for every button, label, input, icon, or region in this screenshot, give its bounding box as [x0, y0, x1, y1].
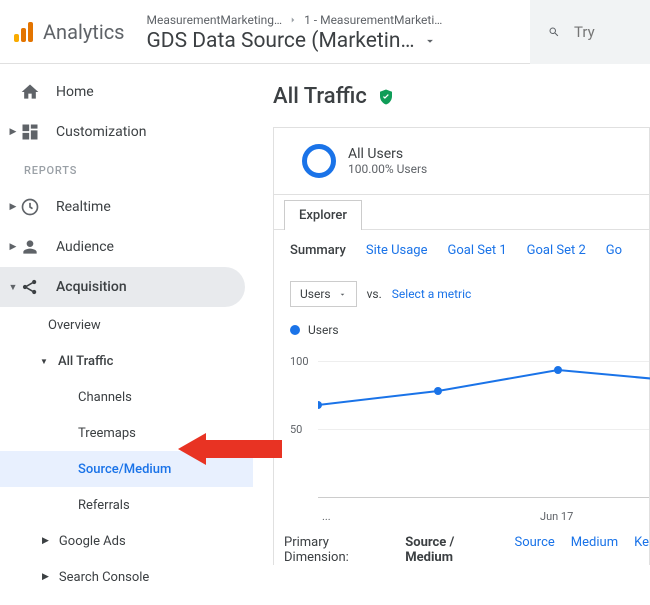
sidebar-item-realtime[interactable]: ▶ Realtime: [0, 187, 245, 227]
x-tick-start: ...: [322, 510, 331, 523]
sidebar: Home ▶ Customization REPORTS ▶ Realtime …: [0, 64, 253, 605]
caret-down-icon: ▼: [8, 282, 18, 293]
dim-label: Primary Dimension:: [284, 535, 389, 565]
home-icon: [18, 82, 42, 102]
sidebar-sub-search-console[interactable]: ▶Search Console: [0, 559, 253, 595]
dim-medium[interactable]: Medium: [571, 535, 618, 550]
caret-right-icon: ▶: [42, 572, 49, 582]
link-site-usage[interactable]: Site Usage: [366, 243, 428, 258]
breadcrumb[interactable]: MeasurementMarketing… 1 - MeasurementMar…: [147, 11, 531, 53]
analytics-logo-icon: [14, 22, 33, 42]
report-card: All Users 100.00% Users Explorer Summary…: [273, 127, 650, 565]
sidebar-label: Home: [56, 84, 94, 100]
sidebar-sub-google-ads[interactable]: ▶Google Ads: [0, 523, 253, 559]
page-title: GDS Data Source (Marketin…: [147, 29, 415, 53]
primary-dimension-row: Primary Dimension: Source / Medium Sourc…: [274, 523, 649, 565]
sidebar-label: Acquisition: [56, 279, 127, 295]
search-icon: [548, 22, 560, 42]
y-tick-100: 100: [290, 355, 309, 368]
report-title: All Traffic: [273, 84, 650, 109]
topbar: Analytics MeasurementMarketing… 1 - Meas…: [0, 0, 650, 64]
search-box[interactable]: [530, 0, 650, 64]
sidebar-sub-all-traffic[interactable]: ▼All Traffic: [0, 343, 253, 379]
metric-selector[interactable]: Users: [290, 281, 357, 307]
sidebar-item-home[interactable]: Home: [0, 72, 245, 112]
link-goal-more[interactable]: Go: [606, 243, 622, 258]
sidebar-sub-channels[interactable]: Channels: [0, 379, 253, 415]
sidebar-sub-overview[interactable]: Overview: [0, 307, 253, 343]
chart-line-path: [318, 343, 650, 503]
search-input[interactable]: [574, 23, 634, 41]
main-content: All Traffic All Users 100.00% Users Expl…: [253, 64, 650, 605]
breadcrumb-property: 1 - MeasurementMarketi…: [304, 13, 442, 27]
segment-circle-icon: [302, 144, 336, 178]
report-tabs: Summary Site Usage Goal Set 1 Goal Set 2…: [274, 229, 649, 271]
vs-label: vs.: [367, 287, 382, 301]
caret-right-icon: ▶: [8, 127, 18, 137]
breadcrumb-account: MeasurementMarketing…: [147, 13, 283, 27]
sidebar-header-reports: REPORTS: [0, 152, 253, 187]
chevron-down-icon[interactable]: [423, 34, 437, 48]
legend-dot-icon: [290, 325, 300, 335]
clock-icon: [18, 197, 42, 217]
tab-explorer[interactable]: Explorer: [284, 200, 362, 230]
person-icon: [18, 237, 42, 257]
caret-right-icon: ▶: [42, 536, 49, 546]
segment-row[interactable]: All Users 100.00% Users: [274, 128, 649, 195]
sidebar-item-customization[interactable]: ▶ Customization: [0, 112, 245, 152]
sidebar-sub-referrals[interactable]: Referrals: [0, 487, 253, 523]
sidebar-label: Audience: [56, 239, 114, 255]
segment-name: All Users: [348, 146, 427, 162]
dim-source-medium[interactable]: Source / Medium: [405, 535, 498, 565]
sidebar-label: Realtime: [56, 199, 111, 215]
select-metric-link[interactable]: Select a metric: [392, 287, 472, 301]
y-tick-50: 50: [290, 423, 302, 436]
dim-keyword[interactable]: Ke: [634, 535, 649, 550]
link-goal-set-1[interactable]: Goal Set 1: [448, 243, 507, 258]
dashboard-icon: [18, 122, 42, 142]
chart-legend: Users: [274, 323, 649, 343]
caret-right-icon: ▶: [8, 242, 18, 252]
link-summary[interactable]: Summary: [290, 243, 346, 258]
sidebar-label: Customization: [56, 124, 146, 140]
line-chart[interactable]: 100 50 ... Jun 17: [282, 343, 649, 523]
caret-down-icon: ▼: [40, 357, 48, 366]
sidebar-item-acquisition[interactable]: ▼ Acquisition: [0, 267, 245, 307]
x-tick-jun17: Jun 17: [540, 510, 573, 523]
sidebar-item-audience[interactable]: ▶ Audience: [0, 227, 245, 267]
link-goal-set-2[interactable]: Goal Set 2: [527, 243, 586, 258]
segment-pct: 100.00% Users: [348, 162, 427, 176]
caret-right-icon: ▶: [8, 202, 18, 212]
share-icon: [18, 277, 42, 297]
chevron-down-icon: [338, 290, 347, 299]
brand-name: Analytics: [43, 20, 125, 44]
chevron-right-icon: [288, 15, 298, 25]
dim-source[interactable]: Source: [515, 535, 555, 550]
verified-shield-icon: [377, 87, 395, 107]
